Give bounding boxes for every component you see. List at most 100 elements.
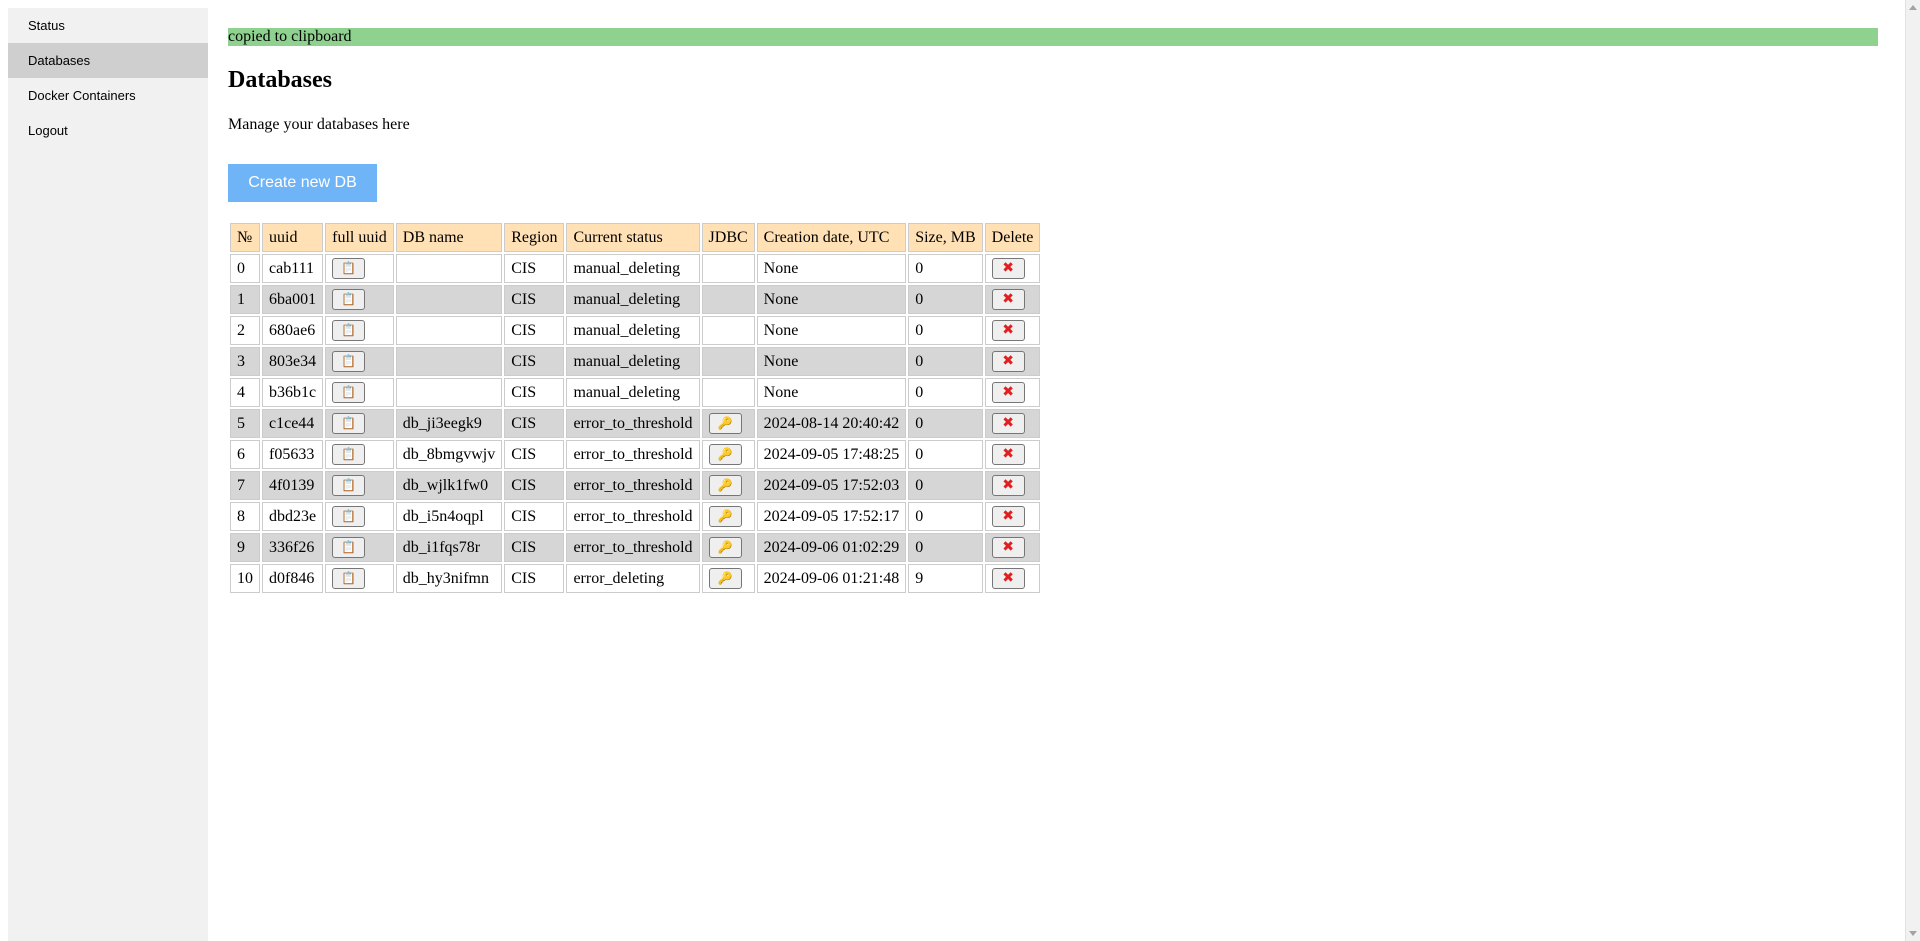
- db-name-cell: [395, 285, 503, 314]
- table-row: 6 f05633 📋 db_8bmgvwjv CIS error_to_threshold…: [230, 440, 1041, 469]
- full-uuid-cell: 📋: [325, 409, 394, 438]
- row-number: 2: [230, 316, 260, 345]
- row-number: 8: [230, 502, 260, 531]
- delete-db-button[interactable]: ✖: [991, 444, 1025, 465]
- db-name-cell: [395, 316, 503, 345]
- cross-mark-icon: ✖: [1002, 446, 1015, 462]
- delete-cell: ✖: [984, 533, 1041, 562]
- cross-mark-icon: ✖: [1002, 291, 1015, 307]
- delete-db-button[interactable]: ✖: [991, 351, 1025, 372]
- region-cell: CIS: [504, 285, 565, 314]
- db-name-cell: [395, 378, 503, 407]
- table-header-row: № uuid full uuid DB name Region Current …: [230, 223, 1041, 252]
- scroll-up-arrow-icon[interactable]: [1909, 5, 1917, 10]
- jdbc-button[interactable]: 🔑: [708, 444, 742, 465]
- clipboard-icon: 📋: [341, 354, 357, 368]
- copy-uuid-button[interactable]: 📋: [332, 537, 366, 558]
- sidebar-item-status[interactable]: Status: [8, 8, 208, 43]
- cross-mark-icon: ✖: [1002, 260, 1015, 276]
- status-cell: error_to_threshold: [566, 533, 700, 562]
- uuid-cell: 803e34: [262, 347, 324, 376]
- table-row: 1 6ba001 📋 CIS manual_deleting None 0 ✖: [230, 285, 1041, 314]
- status-cell: error_to_threshold: [566, 502, 700, 531]
- jdbc-button[interactable]: 🔑: [708, 413, 742, 434]
- jdbc-cell: [701, 347, 755, 376]
- copy-uuid-button[interactable]: 📋: [332, 351, 366, 372]
- table-row: 7 4f0139 📋 db_wjlk1fw0 CIS error_to_threshold…: [230, 471, 1041, 500]
- region-cell: CIS: [504, 533, 565, 562]
- delete-db-button[interactable]: ✖: [991, 413, 1025, 434]
- jdbc-cell: 🔑: [701, 564, 755, 593]
- column-header-db-name: DB name: [395, 223, 503, 252]
- cross-mark-icon: ✖: [1002, 322, 1015, 338]
- copy-uuid-button[interactable]: 📋: [332, 382, 366, 403]
- table-row: 0 cab111 📋 CIS manual_deleting None 0 ✖: [230, 254, 1041, 283]
- full-uuid-cell: 📋: [325, 378, 394, 407]
- copy-uuid-button[interactable]: 📋: [332, 568, 366, 589]
- delete-db-button[interactable]: ✖: [991, 258, 1025, 279]
- create-db-button[interactable]: Create new DB: [228, 164, 377, 202]
- status-cell: error_to_threshold: [566, 471, 700, 500]
- creation-date-cell: 2024-08-14 20:40:42: [756, 409, 907, 438]
- delete-db-button[interactable]: ✖: [991, 382, 1025, 403]
- copy-uuid-button[interactable]: 📋: [332, 413, 366, 434]
- jdbc-button[interactable]: 🔑: [708, 537, 742, 558]
- delete-db-button[interactable]: ✖: [991, 568, 1025, 589]
- size-cell: 0: [908, 285, 983, 314]
- copy-uuid-button[interactable]: 📋: [332, 258, 366, 279]
- delete-cell: ✖: [984, 409, 1041, 438]
- main-content: copied to clipboard Databases Manage you…: [228, 28, 1878, 595]
- delete-db-button[interactable]: ✖: [991, 475, 1025, 496]
- table-row: 4 b36b1c 📋 CIS manual_deleting None 0 ✖: [230, 378, 1041, 407]
- copy-uuid-button[interactable]: 📋: [332, 475, 366, 496]
- column-header-creation-date: Creation date, UTC: [756, 223, 907, 252]
- delete-db-button[interactable]: ✖: [991, 537, 1025, 558]
- delete-db-button[interactable]: ✖: [991, 289, 1025, 310]
- creation-date-cell: None: [756, 347, 907, 376]
- uuid-cell: 680ae6: [262, 316, 324, 345]
- row-number: 4: [230, 378, 260, 407]
- column-header-uuid: uuid: [262, 223, 324, 252]
- sidebar-item-databases[interactable]: Databases: [8, 43, 208, 78]
- copy-uuid-button[interactable]: 📋: [332, 444, 366, 465]
- status-cell: manual_deleting: [566, 285, 700, 314]
- jdbc-button[interactable]: 🔑: [708, 506, 742, 527]
- jdbc-cell: [701, 316, 755, 345]
- uuid-cell: dbd23e: [262, 502, 324, 531]
- cross-mark-icon: ✖: [1002, 353, 1015, 369]
- creation-date-cell: 2024-09-06 01:21:48: [756, 564, 907, 593]
- jdbc-button[interactable]: 🔑: [708, 475, 742, 496]
- delete-cell: ✖: [984, 254, 1041, 283]
- cross-mark-icon: ✖: [1002, 415, 1015, 431]
- row-number: 9: [230, 533, 260, 562]
- status-cell: manual_deleting: [566, 347, 700, 376]
- cross-mark-icon: ✖: [1002, 384, 1015, 400]
- creation-date-cell: None: [756, 316, 907, 345]
- delete-cell: ✖: [984, 564, 1041, 593]
- copy-uuid-button[interactable]: 📋: [332, 320, 366, 341]
- clipboard-icon: 📋: [341, 292, 357, 306]
- delete-db-button[interactable]: ✖: [991, 320, 1025, 341]
- row-number: 0: [230, 254, 260, 283]
- vertical-scrollbar[interactable]: [1905, 0, 1920, 941]
- copy-uuid-button[interactable]: 📋: [332, 289, 366, 310]
- full-uuid-cell: 📋: [325, 533, 394, 562]
- region-cell: CIS: [504, 316, 565, 345]
- uuid-cell: 4f0139: [262, 471, 324, 500]
- db-name-cell: db_ji3eegk9: [395, 409, 503, 438]
- table-row: 10 d0f846 📋 db_hy3nifmn CIS error_deleting 🔑 20…: [230, 564, 1041, 593]
- jdbc-cell: 🔑: [701, 502, 755, 531]
- sidebar-item-docker-containers[interactable]: Docker Containers: [8, 78, 208, 113]
- uuid-cell: 336f26: [262, 533, 324, 562]
- jdbc-button[interactable]: 🔑: [708, 568, 742, 589]
- full-uuid-cell: 📋: [325, 502, 394, 531]
- full-uuid-cell: 📋: [325, 254, 394, 283]
- delete-db-button[interactable]: ✖: [991, 506, 1025, 527]
- scroll-down-arrow-icon[interactable]: [1909, 931, 1917, 936]
- copy-uuid-button[interactable]: 📋: [332, 506, 366, 527]
- jdbc-cell: 🔑: [701, 471, 755, 500]
- sidebar-item-logout[interactable]: Logout: [8, 113, 208, 148]
- uuid-cell: f05633: [262, 440, 324, 469]
- creation-date-cell: 2024-09-05 17:52:17: [756, 502, 907, 531]
- column-header-size: Size, MB: [908, 223, 983, 252]
